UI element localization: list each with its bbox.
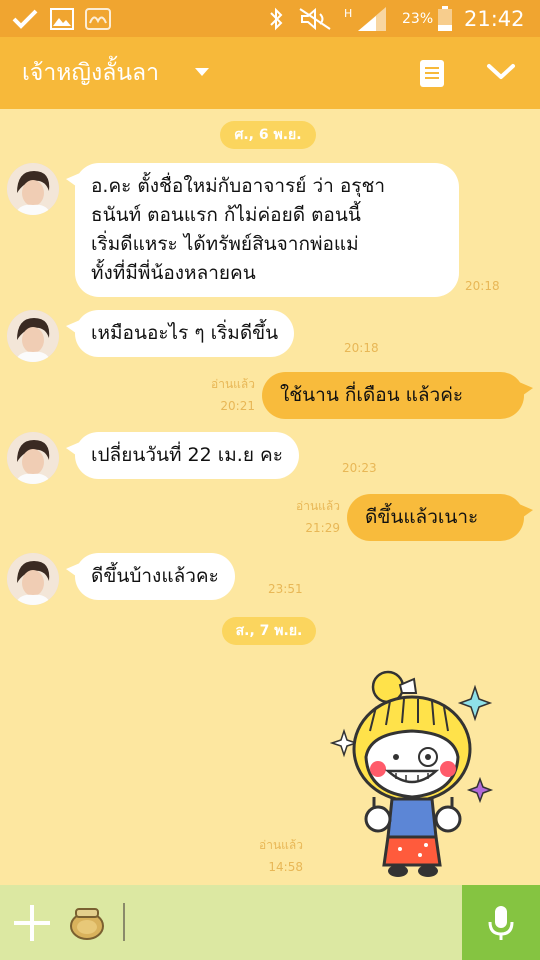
incoming-message-bubble[interactable]: ดีขึ้นบ้างแล้วคะ <box>66 553 235 600</box>
message-line: เปลี่ยนวันที่ 22 เม.ย คะ <box>91 444 283 466</box>
chat-area[interactable]: ศ., 6 พ.ย. อ.คะ ตั้งชื่อใหม่กับอาจารย์ ว… <box>0 109 540 885</box>
battery-icon <box>437 0 453 37</box>
message-time: 14:58 <box>268 860 303 874</box>
chat-title[interactable]: เจ้าหญิงลั้นลา <box>22 57 159 89</box>
avatar[interactable] <box>7 553 59 605</box>
message-time: 20:21 <box>220 399 255 413</box>
input-divider <box>123 903 125 941</box>
read-receipt: อ่านแล้ว <box>211 377 255 391</box>
message-line: ธนันท์ ตอนแรก ก้ไม่ค่อยดี ตอนนี้ <box>91 204 361 226</box>
message-line: ใช้นาน กี่เดือน แล้วค่ะ <box>280 384 464 406</box>
message-time: 20:18 <box>465 279 500 293</box>
incoming-message-bubble[interactable]: เปลี่ยนวันที่ 22 เม.ย คะ <box>66 432 299 479</box>
chevron-down-icon[interactable] <box>486 61 516 83</box>
plus-icon[interactable] <box>14 905 50 941</box>
date-separator: ศ., 6 พ.ย. <box>220 121 316 149</box>
signal-icon: H <box>342 0 390 37</box>
status-bar: H 23% 21:42 <box>0 0 540 37</box>
avatar[interactable] <box>7 163 59 215</box>
message-line: เริ่มดีแหระ ได้ทรัพย์สินจากพ่อแม่ <box>91 233 359 255</box>
incoming-message-bubble[interactable]: เหมือนอะไร ๆ เริ่มดีขึ้น <box>65 310 295 357</box>
read-receipt: อ่านแล้ว <box>296 499 340 513</box>
status-time: 21:42 <box>464 6 525 31</box>
avatar[interactable] <box>7 432 59 484</box>
message-time: 20:23 <box>342 461 377 475</box>
message-time: 23:51 <box>268 582 303 596</box>
notes-icon[interactable] <box>420 60 444 87</box>
message-input[interactable] <box>134 899 454 945</box>
avatar[interactable] <box>7 310 59 362</box>
message-line: ทั้งที่มีพี่น้องหลายคน <box>91 262 256 284</box>
message-time: 20:18 <box>344 341 379 355</box>
read-receipt: อ่านแล้ว <box>259 838 303 852</box>
svg-text:H: H <box>344 7 352 20</box>
sticker-jar-icon[interactable] <box>68 903 106 941</box>
outgoing-message-bubble[interactable]: ดีขึ้นแล้วเนาะ <box>347 494 533 541</box>
incoming-message-bubble[interactable]: อ.คะ ตั้งชื่อใหม่กับอาจารย์ ว่า อรุชา ธน… <box>66 163 459 297</box>
check-icon <box>12 0 38 37</box>
date-separator: ส., 7 พ.ย. <box>222 617 316 645</box>
message-input-bar <box>0 885 540 960</box>
message-line: ดีขึ้นแล้วเนาะ <box>365 506 479 528</box>
message-line: ดีขึ้นบ้างแล้วคะ <box>91 565 219 587</box>
microphone-button[interactable] <box>462 885 540 960</box>
blonde-girl-thumbs-up-sticker[interactable] <box>330 669 500 879</box>
dropdown-caret-icon[interactable] <box>195 68 209 76</box>
message-time: 21:29 <box>305 521 340 535</box>
outgoing-message-bubble[interactable]: ใช้นาน กี่เดือน แล้วค่ะ <box>262 372 533 419</box>
app-notification-icon <box>84 0 112 37</box>
microphone-icon <box>488 905 514 940</box>
battery-percent: 23% <box>402 10 434 27</box>
message-line: อ.คะ ตั้งชื่อใหม่กับอาจารย์ ว่า อรุชา <box>91 175 386 197</box>
mute-icon <box>298 0 332 37</box>
chat-header: เจ้าหญิงลั้นลา <box>0 37 540 109</box>
bluetooth-icon <box>268 0 284 37</box>
message-line: เหมือนอะไร ๆ เริ่มดีขึ้น <box>91 322 279 344</box>
image-icon <box>50 0 74 37</box>
